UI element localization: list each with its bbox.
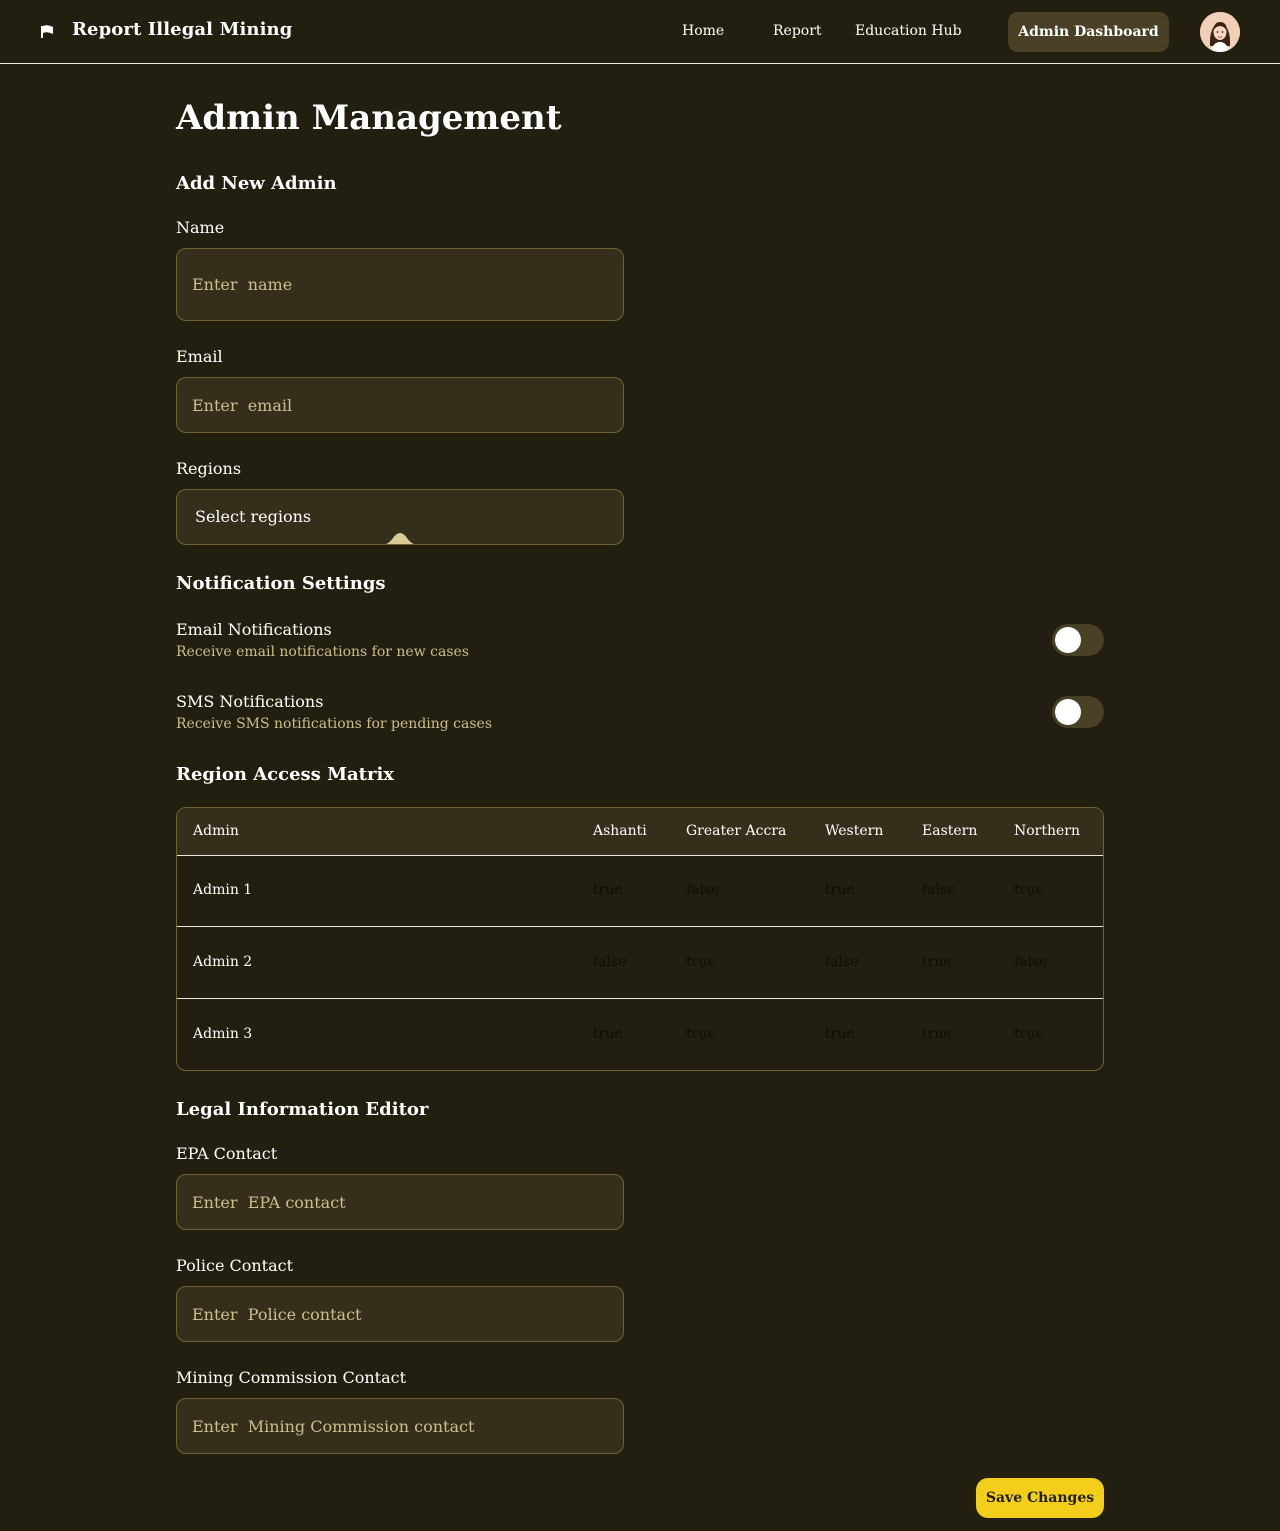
sms-notifications-title: SMS Notifications	[176, 692, 324, 711]
column-header-western: Western	[825, 823, 884, 839]
table-row: Admin 2 false true false true false	[177, 927, 1103, 999]
police-contact-label: Police Contact	[176, 1256, 294, 1275]
column-header-greater-accra: Greater Accra	[686, 823, 787, 839]
legal-information-heading: Legal Information Editor	[176, 1099, 429, 1120]
cell-greater-accra: true	[686, 954, 716, 970]
email-label: Email	[176, 347, 223, 366]
cell-ashanti: false	[593, 954, 627, 970]
name-input[interactable]	[176, 248, 624, 321]
avatar[interactable]	[1200, 12, 1240, 52]
epa-contact-input[interactable]	[176, 1174, 624, 1230]
flag-icon[interactable]	[40, 25, 54, 39]
police-contact-input[interactable]	[176, 1286, 624, 1342]
column-header-northern: Northern	[1014, 823, 1081, 839]
toggle-knob	[1055, 699, 1081, 725]
top-navbar: Report Illegal Mining Home Report Educat…	[0, 0, 1280, 64]
column-header-eastern: Eastern	[922, 823, 978, 839]
epa-contact-label: EPA Contact	[176, 1144, 278, 1163]
nav-report[interactable]: Report	[773, 23, 822, 39]
save-changes-button[interactable]: Save Changes	[976, 1478, 1104, 1518]
cell-greater-accra: true	[686, 1026, 716, 1042]
nav-education-hub[interactable]: Education Hub	[855, 23, 962, 39]
cell-eastern: true	[922, 954, 952, 970]
row-admin-name: Admin 2	[193, 954, 253, 970]
region-access-matrix-heading: Region Access Matrix	[176, 764, 395, 785]
cell-northern: true	[1014, 882, 1044, 898]
cell-western: true	[825, 882, 855, 898]
column-header-admin: Admin	[193, 823, 239, 839]
region-access-table: Admin Ashanti Greater Accra Western East…	[176, 807, 1104, 1071]
cell-ashanti: true	[593, 1026, 623, 1042]
table-row: Admin 1 true false true false true	[177, 855, 1103, 927]
cell-ashanti: true	[593, 882, 623, 898]
cell-eastern: false	[922, 882, 956, 898]
cell-eastern: true	[922, 1026, 952, 1042]
add-admin-heading: Add New Admin	[176, 173, 337, 194]
page-title: Admin Management	[176, 98, 562, 138]
mining-commission-contact-input[interactable]	[176, 1398, 624, 1454]
regions-select-value: Select regions	[195, 507, 312, 526]
sms-notifications-toggle[interactable]	[1052, 696, 1104, 728]
cell-northern: true	[1014, 1026, 1044, 1042]
row-admin-name: Admin 3	[193, 1026, 253, 1042]
regions-label: Regions	[176, 459, 242, 478]
notification-settings-heading: Notification Settings	[176, 573, 386, 594]
cell-western: false	[825, 954, 859, 970]
admin-dashboard-button[interactable]: Admin Dashboard	[1008, 12, 1169, 52]
chevron-up-icon	[386, 533, 414, 544]
email-notifications-title: Email Notifications	[176, 620, 332, 639]
toggle-knob	[1055, 627, 1081, 653]
cell-western: true	[825, 1026, 855, 1042]
name-label: Name	[176, 218, 225, 237]
table-header-row: Admin Ashanti Greater Accra Western East…	[177, 808, 1103, 856]
cell-greater-accra: false	[686, 882, 720, 898]
mining-commission-contact-label: Mining Commission Contact	[176, 1368, 406, 1387]
cell-northern: false	[1014, 954, 1048, 970]
sms-notifications-desc: Receive SMS notifications for pending ca…	[176, 716, 493, 732]
nav-home[interactable]: Home	[682, 23, 724, 39]
column-header-ashanti: Ashanti	[593, 823, 647, 839]
email-notifications-toggle[interactable]	[1052, 624, 1104, 656]
table-row: Admin 3 true true true true true	[177, 999, 1103, 1070]
row-admin-name: Admin 1	[193, 882, 253, 898]
email-notifications-desc: Receive email notifications for new case…	[176, 644, 469, 660]
app-title[interactable]: Report Illegal Mining	[72, 19, 292, 40]
regions-select[interactable]: Select regions	[176, 489, 624, 545]
avatar-image	[1200, 12, 1240, 52]
email-input[interactable]	[176, 377, 624, 433]
